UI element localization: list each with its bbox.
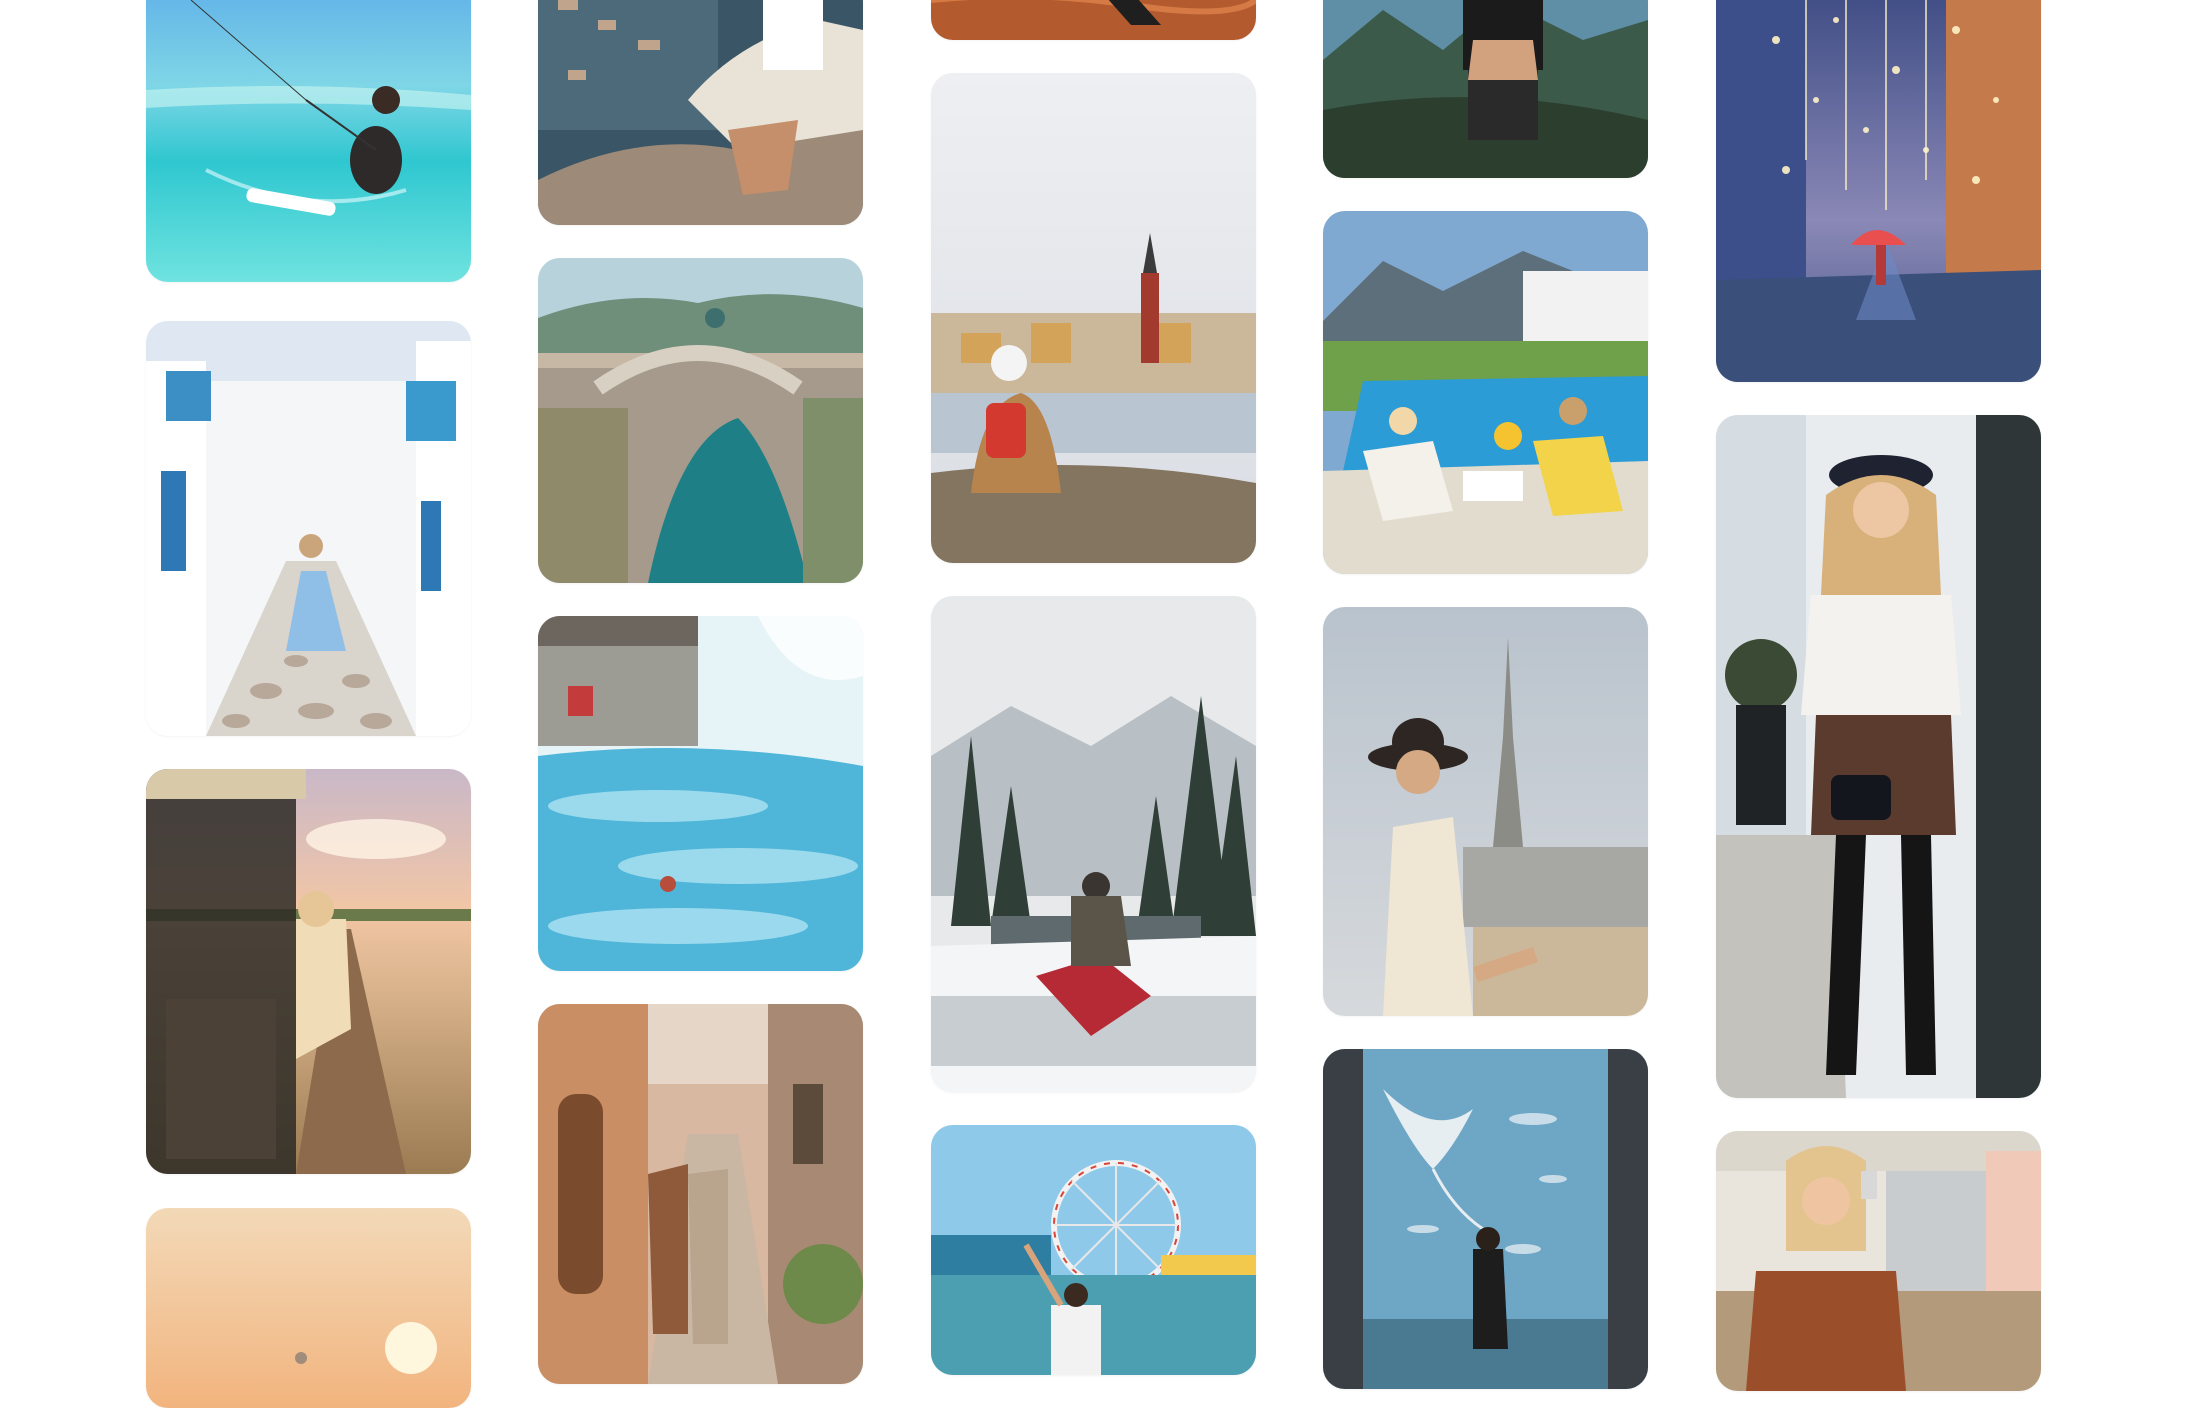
- pin-snowy-valley[interactable]: [931, 596, 1256, 1092]
- pin-sunset-sky[interactable]: [146, 1208, 471, 1408]
- pin-christmas-street[interactable]: [1716, 0, 2041, 382]
- pin-eiffel-terrace[interactable]: [1323, 607, 1648, 1016]
- pin-cliff-harbor[interactable]: [538, 0, 863, 225]
- pin-pier-ferris-wheel[interactable]: [931, 1125, 1256, 1375]
- pin-kitchen-selfie[interactable]: [1716, 1131, 2041, 1391]
- pin-mountain-hiker[interactable]: [1323, 0, 1648, 178]
- pin-narrow-street[interactable]: [538, 1004, 863, 1384]
- pin-old-town-view[interactable]: [931, 73, 1256, 563]
- pin-aquarium[interactable]: [1323, 1049, 1648, 1389]
- pin-poolside-lounge[interactable]: [1323, 211, 1648, 574]
- pin-kitesurf-lagoon[interactable]: [146, 0, 471, 282]
- pin-stone-bridge[interactable]: [538, 258, 863, 583]
- pin-safari-jeep[interactable]: [146, 769, 471, 1174]
- pin-street-fashion[interactable]: [1716, 415, 2041, 1098]
- pin-desert-dune[interactable]: [931, 0, 1256, 40]
- pin-white-alley[interactable]: [146, 321, 471, 736]
- pin-thermal-springs[interactable]: [538, 616, 863, 971]
